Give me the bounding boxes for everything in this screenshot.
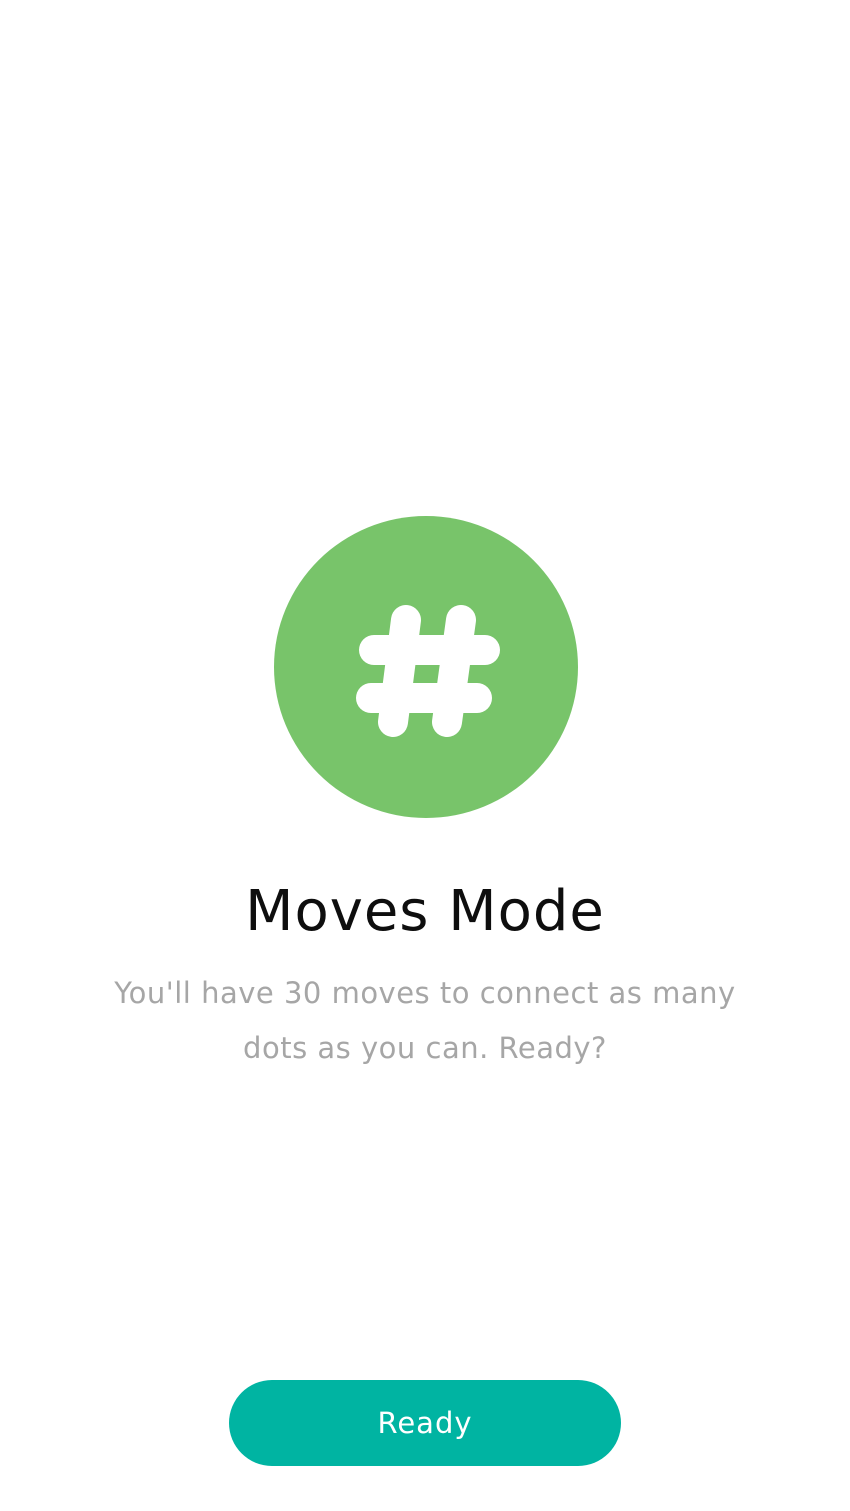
mode-description: You'll have 30 moves to connect as many … [114,976,736,1065]
moves-mode-icon [274,516,578,818]
ready-button[interactable]: Ready [229,1380,621,1466]
mode-title: Moves Mode [245,879,605,944]
hash-icon [356,605,500,737]
